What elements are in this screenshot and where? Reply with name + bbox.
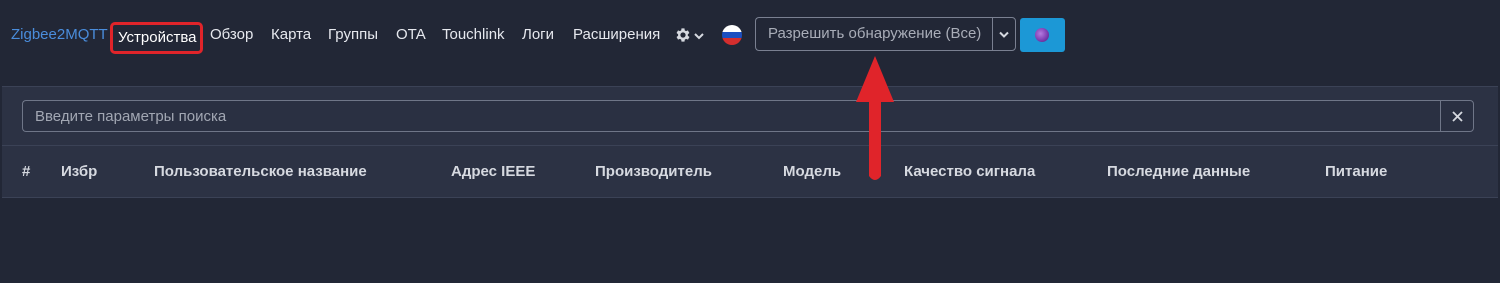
connection-status-dot-icon	[1035, 28, 1049, 42]
table-divider	[2, 145, 1498, 146]
devices-card: # Избр Пользовательское название Адрес I…	[2, 86, 1498, 198]
close-icon	[1452, 111, 1463, 122]
search-group	[22, 100, 1476, 132]
search-input[interactable]	[22, 100, 1440, 132]
column-header-last-seen[interactable]: Последние данные	[1107, 162, 1250, 182]
column-header-manufacturer[interactable]: Производитель	[595, 162, 712, 182]
nav-overview[interactable]: Обзор	[210, 25, 253, 45]
settings-dropdown[interactable]	[674, 25, 704, 45]
permit-join-button[interactable]: Разрешить обнаружение (Все)	[755, 17, 1004, 51]
column-header-friendly-name[interactable]: Пользовательское название	[154, 162, 367, 182]
annotation-arrow	[856, 56, 894, 180]
nav-devices[interactable]: Устройства	[110, 22, 204, 54]
column-header-link-quality[interactable]: Качество сигнала	[904, 162, 1035, 182]
column-header-index[interactable]: #	[22, 162, 30, 182]
chevron-down-icon	[694, 33, 704, 40]
column-header-model[interactable]: Модель	[783, 162, 841, 182]
nav-groups[interactable]: Группы	[328, 25, 378, 45]
clear-search-button[interactable]	[1440, 100, 1474, 132]
top-navbar: Zigbee2MQTT Устройства Обзор Карта Групп…	[0, 0, 1500, 70]
russian-flag-icon[interactable]	[722, 25, 742, 45]
connection-status-button[interactable]	[1020, 18, 1065, 52]
nav-touchlink[interactable]: Touchlink	[442, 25, 505, 45]
nav-logs[interactable]: Логи	[522, 25, 554, 45]
column-header-ieee-address[interactable]: Адрес IEEE	[451, 162, 535, 182]
column-header-favorite[interactable]: Избр	[61, 162, 97, 182]
nav-extensions[interactable]: Расширения	[573, 25, 660, 45]
chevron-down-icon	[999, 31, 1009, 38]
brand-link[interactable]: Zigbee2MQTT	[11, 25, 108, 45]
column-header-power[interactable]: Питание	[1325, 162, 1387, 182]
nav-ota[interactable]: OTA	[396, 25, 426, 45]
gear-icon	[676, 28, 690, 42]
nav-map[interactable]: Карта	[271, 25, 311, 45]
permit-join-dropdown-toggle[interactable]	[992, 17, 1016, 51]
